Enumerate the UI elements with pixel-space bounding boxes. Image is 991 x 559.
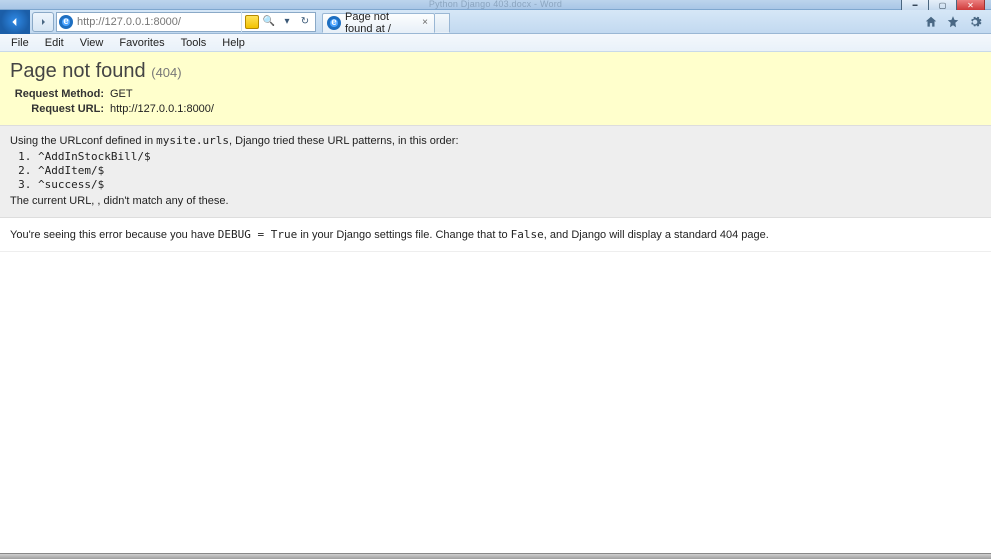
error-summary: Page not found (404) Request Method: GET… — [0, 52, 991, 126]
arrow-right-icon — [37, 16, 49, 28]
request-url-value: http://127.0.0.1:8000/ — [110, 102, 214, 117]
url-pattern: ^success/$ — [38, 178, 981, 192]
refresh-icon[interactable]: ↻ — [297, 14, 313, 30]
tab-title: Page not found at / — [345, 11, 416, 35]
ie-tab-icon — [327, 16, 341, 30]
menu-edit[interactable]: Edit — [38, 36, 71, 50]
browser-navbar: 🔍 ▾ ↻ Page not found at / × — [0, 10, 991, 34]
explain-pre: You're seeing this error because you hav… — [10, 229, 218, 241]
url-input[interactable] — [77, 16, 237, 28]
urlconf-post: , Django tried these URL patterns, in th… — [229, 135, 459, 147]
django-404-page: Page not found (404) Request Method: GET… — [0, 52, 991, 252]
menu-favorites[interactable]: Favorites — [112, 36, 171, 50]
request-method-label: Request Method: — [10, 87, 110, 102]
ie-page-icon — [59, 15, 73, 29]
urlconf-info: Using the URLconf defined in mysite.urls… — [0, 126, 991, 218]
url-pattern-list: ^AddInStockBill/$ ^AddItem/$ ^success/$ — [38, 150, 981, 192]
urlconf-pre: Using the URLconf defined in — [10, 135, 156, 147]
explain-mid: in your Django settings file. Change tha… — [297, 229, 510, 241]
tab-strip: Page not found at / × — [322, 11, 450, 33]
page-title: Page not found (404) — [10, 60, 981, 83]
search-dropdown-icon[interactable]: 🔍 — [261, 14, 277, 30]
request-url-label: Request URL: — [10, 102, 110, 117]
address-bar[interactable]: 🔍 ▾ ↻ — [56, 12, 316, 32]
address-bar-controls: 🔍 ▾ ↻ — [241, 12, 313, 32]
status-code: (404) — [151, 65, 181, 80]
debug-explanation: You're seeing this error because you hav… — [0, 218, 991, 252]
menu-file[interactable]: File — [4, 36, 36, 50]
urlconf-sentence: Using the URLconf defined in mysite.urls… — [10, 134, 981, 147]
window-bottom-edge — [0, 553, 991, 559]
window-titlebar: Python Django 403.docx - Word ━ ▢ ✕ — [0, 0, 991, 10]
menu-help[interactable]: Help — [215, 36, 252, 50]
compat-view-icon[interactable] — [245, 15, 259, 29]
tools-gear-icon[interactable] — [967, 14, 983, 30]
menu-bar: File Edit View Favorites Tools Help — [0, 34, 991, 52]
page-viewport[interactable]: Page not found (404) Request Method: GET… — [0, 52, 991, 553]
favorites-icon[interactable] — [945, 14, 961, 30]
menu-tools[interactable]: Tools — [174, 36, 214, 50]
menu-view[interactable]: View — [73, 36, 111, 50]
explain-false: False — [511, 228, 544, 241]
url-pattern: ^AddItem/$ — [38, 164, 981, 178]
explain-post: , and Django will display a standard 404… — [544, 229, 769, 241]
back-button[interactable] — [0, 10, 30, 34]
navbar-tools — [923, 14, 989, 30]
arrow-left-icon — [7, 14, 23, 30]
request-method-value: GET — [110, 87, 133, 102]
error-heading: Page not found — [10, 60, 146, 82]
background-window-title: Python Django 403.docx - Word — [429, 0, 562, 9]
browser-tab[interactable]: Page not found at / × — [322, 13, 435, 33]
home-icon[interactable] — [923, 14, 939, 30]
tab-close-button[interactable]: × — [420, 17, 430, 28]
explain-debug-true: DEBUG = True — [218, 228, 297, 241]
meta-row-method: Request Method: GET — [10, 87, 981, 102]
new-tab-button[interactable] — [435, 13, 450, 33]
forward-button[interactable] — [32, 12, 54, 32]
nomatch-sentence: The current URL, , didn't match any of t… — [10, 195, 981, 207]
meta-row-url: Request URL: http://127.0.0.1:8000/ — [10, 102, 981, 117]
urlconf-module: mysite.urls — [156, 134, 229, 147]
request-meta: Request Method: GET Request URL: http://… — [10, 87, 981, 117]
url-pattern: ^AddInStockBill/$ — [38, 150, 981, 164]
dropdown-icon[interactable]: ▾ — [279, 14, 295, 30]
